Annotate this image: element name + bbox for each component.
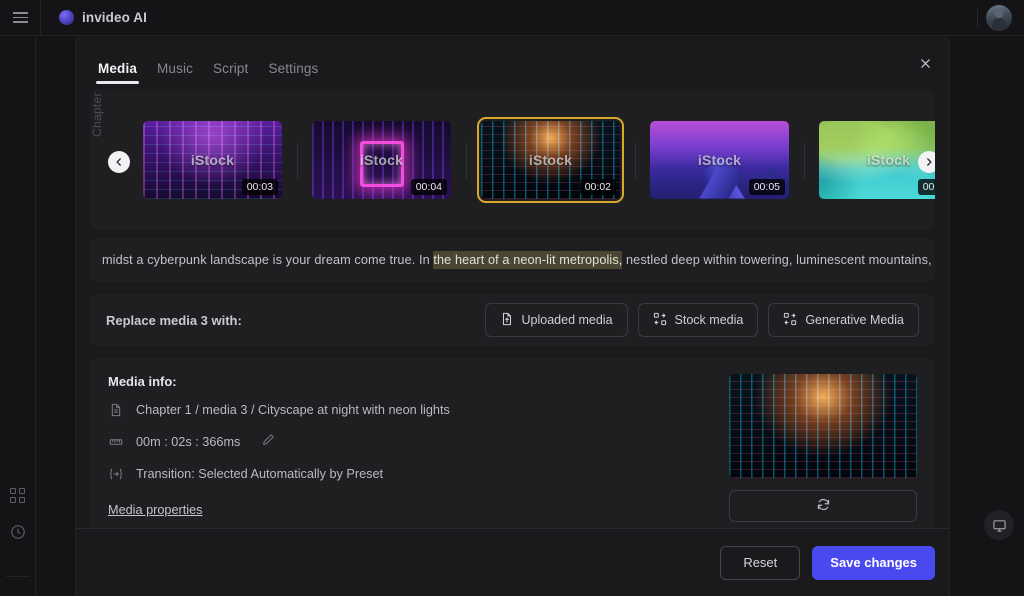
ruler-icon xyxy=(108,435,124,449)
script-highlight: the heart of a neon-lit metropolis, xyxy=(433,251,623,269)
invideo-logo-icon xyxy=(59,10,74,25)
file-upload-icon xyxy=(500,312,514,329)
avatar[interactable] xyxy=(986,5,1012,31)
thumbnail-item[interactable]: iStock 00:03 xyxy=(128,120,297,199)
generative-swap-icon xyxy=(783,312,797,329)
close-icon[interactable] xyxy=(914,52,936,74)
modal-body: Chapter 1 iStock 00:03 iStock 00:04 iSto… xyxy=(76,87,949,528)
media-preview[interactable] xyxy=(729,374,917,479)
media-info-left: Media info: Chapter 1 / media 3 / Citysc… xyxy=(108,374,729,522)
hamburger-icon[interactable] xyxy=(0,0,40,36)
media-info-right xyxy=(729,374,917,522)
media-properties-link[interactable]: Media properties xyxy=(108,503,203,517)
chat-bubble-icon[interactable] xyxy=(984,510,1014,540)
media-preview-art xyxy=(729,374,917,479)
media-info-row-transition: Transition: Selected Automatically by Pr… xyxy=(108,467,729,481)
stock-media-button[interactable]: Stock media xyxy=(637,303,759,337)
clock-history-icon[interactable] xyxy=(10,524,26,540)
media-thumbnail-3-selected[interactable]: iStock 00:02 xyxy=(477,116,624,203)
document-icon xyxy=(108,403,124,417)
media-info-row-path: Chapter 1 / media 3 / Cityscape at night… xyxy=(108,403,729,417)
script-text: midst a cyberpunk landscape is your drea… xyxy=(102,251,935,269)
chevron-right-icon[interactable] xyxy=(918,151,935,173)
uploaded-media-label: Uploaded media xyxy=(521,313,613,327)
app-root: invideo AI Media Music Script Settings C… xyxy=(0,0,1024,596)
transition-icon xyxy=(108,467,124,481)
watermark: iStock xyxy=(697,151,742,168)
regenerate-media-button[interactable] xyxy=(729,490,917,522)
pencil-icon[interactable] xyxy=(262,433,275,451)
script-after: nestled deep within towering, luminescen… xyxy=(622,253,935,267)
stock-media-label: Stock media xyxy=(674,313,744,327)
top-bar: invideo AI xyxy=(0,0,1024,36)
chevron-left-icon[interactable] xyxy=(108,151,130,173)
replace-media-buttons: Uploaded media Stock media Generative Me… xyxy=(484,303,919,337)
duration-badge: 00:05 xyxy=(748,178,785,195)
generative-media-label: Generative Media xyxy=(805,313,904,327)
stock-swap-icon xyxy=(653,312,667,329)
duration-badge: 00:03 xyxy=(241,178,278,195)
media-carousel: Chapter 1 iStock 00:03 iStock 00:04 iSto… xyxy=(90,89,935,230)
media-duration-text: 00m : 02s : 366ms xyxy=(136,435,241,449)
media-path-text: Chapter 1 / media 3 / Cityscape at night… xyxy=(136,403,450,417)
duration-badge: 00:04 xyxy=(410,178,447,195)
thumbnail-item[interactable]: iStock 00:05 xyxy=(635,120,804,199)
script-preview[interactable]: midst a cyberpunk landscape is your drea… xyxy=(90,238,935,282)
brand[interactable]: invideo AI xyxy=(41,10,147,25)
media-info-card: Media info: Chapter 1 / media 3 / Citysc… xyxy=(90,358,935,528)
script-before: midst a cyberpunk landscape is your drea… xyxy=(102,253,434,267)
tab-settings[interactable]: Settings xyxy=(260,61,326,87)
media-transition-text: Transition: Selected Automatically by Pr… xyxy=(136,467,384,481)
thumbnail-item[interactable]: iStock 00:04 xyxy=(297,120,466,199)
media-editor-modal: Media Music Script Settings Chapter 1 iS… xyxy=(75,33,950,596)
watermark: iStock xyxy=(190,151,235,168)
modal-footer: Reset Save changes xyxy=(76,528,949,596)
watermark: iStock xyxy=(359,151,404,168)
brand-name: invideo AI xyxy=(82,10,148,25)
thumbnail-strip: iStock 00:03 iStock 00:04 iStock 00:02 i… xyxy=(128,97,935,222)
tab-music[interactable]: Music xyxy=(149,61,201,87)
uploaded-media-button[interactable]: Uploaded media xyxy=(484,303,628,337)
duration-badge: 00:02 xyxy=(917,178,935,195)
thumbnail-item[interactable]: iStock 00:02 xyxy=(804,120,935,199)
replace-media-label: Replace media 3 with: xyxy=(106,312,242,328)
generative-media-button[interactable]: Generative Media xyxy=(768,303,919,337)
media-thumbnail-4[interactable]: iStock 00:05 xyxy=(650,120,789,199)
reset-button[interactable]: Reset xyxy=(720,545,801,580)
media-info-row-duration: 00m : 02s : 366ms xyxy=(108,433,729,451)
watermark: iStock xyxy=(528,151,573,168)
left-rail xyxy=(0,36,36,596)
thumbnail-item[interactable]: iStock 00:02 xyxy=(466,116,635,203)
grid-dashboard-icon[interactable] xyxy=(10,488,26,504)
topbar-right-divider xyxy=(977,9,978,27)
duration-badge: 00:02 xyxy=(579,178,616,195)
rail-divider xyxy=(6,576,30,577)
chapter-label: Chapter 1 xyxy=(90,89,104,137)
modal-tabs: Media Music Script Settings xyxy=(76,34,949,87)
tab-script[interactable]: Script xyxy=(205,61,256,87)
tab-media[interactable]: Media xyxy=(90,61,145,87)
refresh-icon xyxy=(816,497,831,515)
replace-media-row: Replace media 3 with: Uploaded media Sto… xyxy=(90,294,935,346)
media-info-title: Media info: xyxy=(108,374,177,389)
media-thumbnail-1[interactable]: iStock 00:03 xyxy=(143,120,282,199)
media-thumbnail-2[interactable]: iStock 00:04 xyxy=(312,120,451,199)
save-changes-button[interactable]: Save changes xyxy=(812,545,935,580)
